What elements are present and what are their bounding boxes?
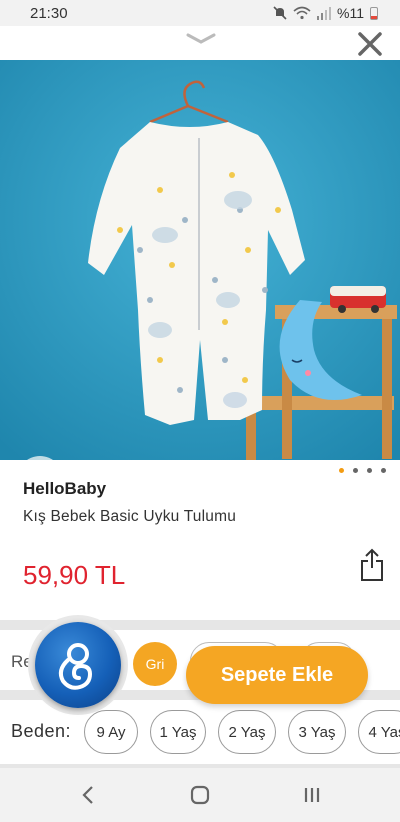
product-info: HelloBaby Kış Bebek Basic Uyku Tulumu 59… xyxy=(0,460,400,620)
assistant-button[interactable] xyxy=(28,615,128,715)
sheet-header xyxy=(0,26,400,60)
product-photo xyxy=(0,60,400,460)
status-bar: 21:30 %11 xyxy=(0,0,400,26)
system-nav-bar xyxy=(0,768,400,822)
pagination-dot[interactable] xyxy=(353,468,358,473)
size-label: Beden: xyxy=(11,721,72,741)
mute-icon xyxy=(273,6,287,20)
image-pagination xyxy=(339,468,386,473)
product-name: Kış Bebek Basic Uyku Tulumu xyxy=(23,508,237,525)
product-price: 59,90 TL xyxy=(23,560,126,590)
recent-apps-icon[interactable] xyxy=(299,782,325,808)
add-to-cart-button[interactable]: Sepete Ekle xyxy=(186,646,368,704)
size-option[interactable]: 1 Yaş xyxy=(150,710,206,754)
close-icon[interactable] xyxy=(356,30,384,58)
status-icons: %11 xyxy=(273,5,378,21)
size-option[interactable]: 9 Ay xyxy=(84,710,138,754)
signal-icon xyxy=(317,6,332,20)
home-icon[interactable] xyxy=(187,782,213,808)
pagination-dot-active[interactable] xyxy=(339,468,344,473)
wifi-icon xyxy=(293,6,311,20)
logo-icon xyxy=(58,643,93,690)
assistant-logo xyxy=(35,622,121,708)
pagination-dot[interactable] xyxy=(381,468,386,473)
pagination-dot[interactable] xyxy=(367,468,372,473)
battery-icon xyxy=(370,6,378,20)
share-icon[interactable] xyxy=(360,548,384,582)
product-image[interactable] xyxy=(0,60,400,460)
chevron-down-icon[interactable] xyxy=(186,32,216,46)
back-icon[interactable] xyxy=(76,782,102,808)
product-brand[interactable]: HelloBaby xyxy=(23,479,106,499)
status-time: 21:30 xyxy=(30,4,68,22)
size-option[interactable]: 3 Yaş xyxy=(288,710,346,754)
size-option[interactable]: 2 Yaş xyxy=(218,710,276,754)
battery-percent: %11 xyxy=(337,5,364,21)
size-option[interactable]: 4 Yaş xyxy=(358,710,400,754)
color-option-gri[interactable]: Gri xyxy=(133,642,177,686)
